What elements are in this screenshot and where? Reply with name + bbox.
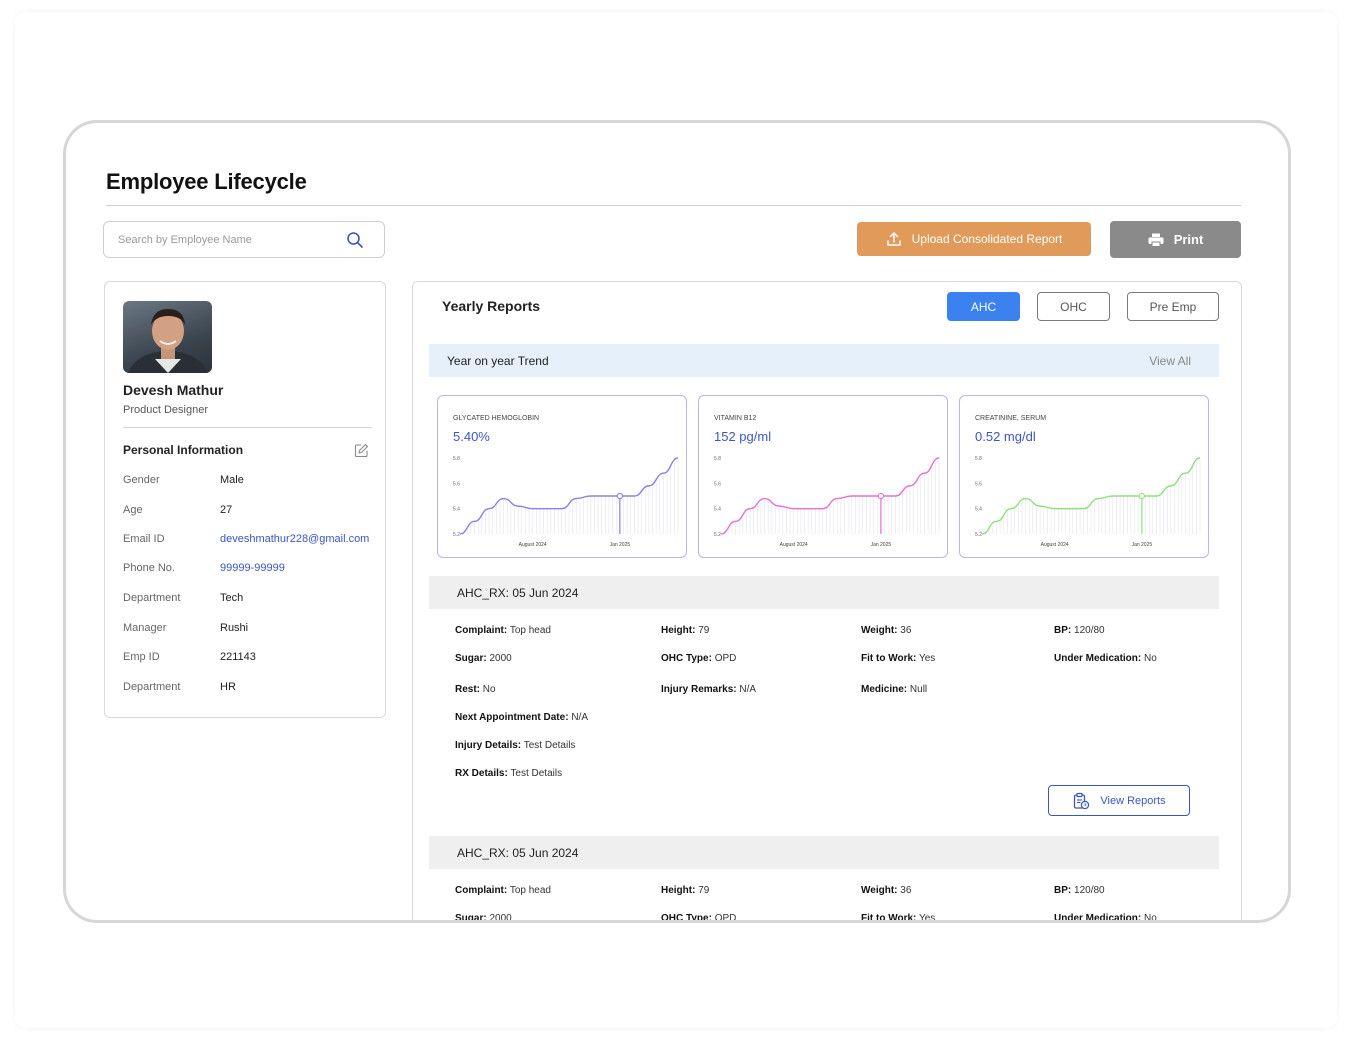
upload-consolidated-report-button[interactable]: Upload Consolidated Report [857, 222, 1091, 256]
search-icon[interactable] [346, 231, 364, 249]
data-point [1138, 492, 1146, 500]
y-tick-label: 5.4 [453, 507, 460, 513]
field-complaint: Complaint: Top head [455, 885, 551, 896]
info-label: Age [123, 504, 143, 516]
email-link[interactable]: deveshmathur228@gmail.com [220, 533, 369, 545]
title-divider [106, 205, 1241, 206]
y-tick-label: 5.2 [453, 532, 460, 538]
reports-title: Yearly Reports [442, 298, 541, 314]
phone-link[interactable]: 99999-99999 [220, 562, 285, 574]
info-label: Emp ID [123, 651, 160, 663]
y-tick-label: 5.2 [714, 532, 721, 538]
upload-button-label: Upload Consolidated Report [911, 232, 1063, 246]
field-medicine: Medicine: Null [861, 684, 928, 695]
search-input[interactable] [118, 231, 338, 249]
personal-info-title: Personal Information [123, 443, 244, 457]
field-under-medication: Under Medication: No [1054, 913, 1157, 923]
data-point [616, 492, 624, 500]
field-sugar: Sugar: 2000 [455, 913, 512, 923]
field-bp: BP: 120/80 [1054, 885, 1105, 896]
upload-icon [886, 232, 901, 246]
info-value: Male [220, 474, 244, 486]
y-tick-label: 5.2 [975, 532, 982, 538]
field-ohc-type: OHC Type: OPD [661, 913, 737, 923]
x-tick-label: Jan 2025 [871, 542, 892, 548]
chart-plot: 5.8 5.6 5.4 5.2 August 2024 Jan 2025 [975, 456, 1201, 548]
field-fit-to-work: Fit to Work: Yes [861, 653, 936, 664]
info-label: Department [123, 592, 181, 604]
print-button[interactable]: Print [1110, 221, 1241, 258]
yearly-reports-panel: Yearly Reports AHC OHC Pre Emp Year on y… [412, 281, 1242, 923]
y-tick-label: 5.4 [975, 507, 982, 513]
info-value: Rushi [220, 622, 249, 634]
chart-plot: 5.8 5.6 5.4 5.2 August 2024 Jan 2025 [453, 456, 679, 548]
app-window: Employee Lifecycle Upload Consolidated R… [63, 120, 1291, 923]
field-complaint: Complaint: Top head [455, 625, 551, 636]
info-value: Tech [220, 592, 244, 604]
tab-ohc[interactable]: OHC [1037, 292, 1110, 321]
info-label: Department [123, 681, 181, 693]
printer-icon [1148, 233, 1164, 247]
y-tick-label: 5.6 [714, 481, 721, 487]
info-label: Gender [123, 474, 160, 486]
view-reports-label: View Reports [1100, 794, 1166, 807]
y-tick-label: 5.4 [714, 507, 721, 513]
field-height: Height: 79 [661, 625, 710, 636]
field-injury-details: Injury Details: Test Details [455, 740, 576, 751]
page-title: Employee Lifecycle [106, 169, 307, 194]
field-fit-to-work: Fit to Work: Yes [861, 913, 936, 923]
x-tick-label: Jan 2025 [610, 542, 631, 548]
y-tick-label: 5.6 [453, 481, 460, 487]
field-injury-remarks: Injury Remarks: N/A [661, 684, 757, 695]
tab-ahc[interactable]: AHC [947, 292, 1020, 321]
field-ohc-type: OHC Type: OPD [661, 653, 737, 664]
edit-icon[interactable] [354, 443, 369, 458]
x-tick-label: August 2024 [1041, 542, 1069, 548]
info-value: 27 [220, 504, 233, 516]
field-weight: Weight: 36 [861, 625, 912, 636]
field-bp: BP: 120/80 [1054, 625, 1105, 636]
y-tick-label: 5.8 [975, 456, 982, 462]
trend-bar: Year on year Trend View All [429, 344, 1219, 377]
tab-pre-emp[interactable]: Pre Emp [1127, 292, 1219, 321]
avatar-photo [128, 309, 208, 373]
x-tick-label: Jan 2025 [1132, 542, 1153, 548]
chart-creatinine-serum: CREATININE, SERUM 0.52 mg/dl 5.8 5.6 5.4 5.… [959, 395, 1209, 558]
avatar [123, 301, 212, 373]
print-button-label: Print [1173, 232, 1204, 247]
profile-role: Product Designer [123, 404, 208, 416]
y-tick-label: 5.8 [453, 456, 460, 462]
view-reports-button[interactable]: View Reports [1048, 785, 1190, 816]
field-sugar: Sugar: 2000 [455, 653, 512, 664]
search-box[interactable] [103, 221, 385, 258]
y-tick-label: 5.6 [975, 481, 982, 487]
info-value: 221143 [220, 651, 256, 663]
clipboard-icon [1074, 792, 1090, 809]
x-tick-label: August 2024 [519, 542, 547, 548]
field-weight: Weight: 36 [861, 885, 912, 896]
profile-divider [123, 427, 372, 428]
field-height: Height: 79 [661, 885, 710, 896]
field-rx-details: RX Details: Test Details [455, 768, 563, 779]
profile-card: Devesh Mathur Product Designer Personal … [104, 281, 386, 718]
data-point [877, 492, 885, 500]
visit-header: AHC_RX: 05 Jun 2024 [429, 836, 1219, 869]
trend-title: Year on year Trend [447, 353, 549, 368]
y-tick-label: 5.8 [714, 456, 721, 462]
x-tick-label: August 2024 [780, 542, 808, 548]
field-next-appointment: Next Appointment Date: N/A [455, 712, 588, 723]
field-rest: Rest: No [455, 684, 496, 695]
info-label: Phone No. [123, 562, 175, 574]
info-label: Manager [123, 622, 167, 634]
profile-name: Devesh Mathur [123, 382, 224, 398]
view-all-link[interactable]: View All [1149, 354, 1191, 368]
chart-plot: 5.8 5.6 5.4 5.2 August 2024 Jan 2025 [714, 456, 940, 548]
chart-vitamin-b12: VITAMIN B12 152 pg/ml 5.8 5.6 5.4 5.2 August… [698, 395, 948, 558]
visit-header: AHC_RX: 05 Jun 2024 [429, 576, 1219, 609]
chart-glycated-hemoglobin: GLYCATED HEMOGLOBIN 5.40% 5.8 5.6 5.4 5.2 Au… [437, 395, 687, 558]
field-under-medication: Under Medication: No [1054, 653, 1157, 664]
info-value: HR [220, 681, 236, 693]
info-label: Email ID [123, 533, 165, 545]
